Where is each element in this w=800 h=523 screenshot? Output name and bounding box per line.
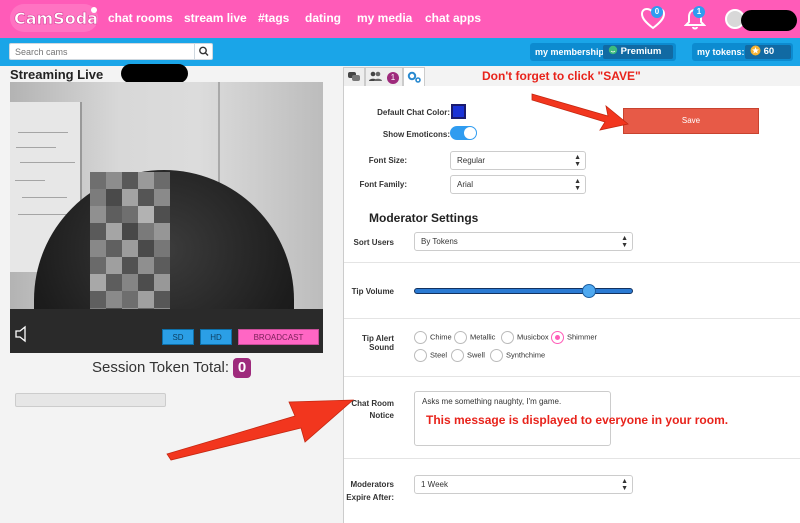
membership-pill[interactable]: my membership: Premium xyxy=(530,43,676,61)
tip-volume-slider[interactable] xyxy=(414,288,633,294)
font-family-select[interactable]: Arial ▲ ▼ xyxy=(450,175,586,194)
nav-tags[interactable]: #tags xyxy=(258,11,289,25)
chat-color-swatch[interactable] xyxy=(451,104,466,119)
annotation-save-reminder: Don't forget to click "SAVE" xyxy=(482,69,641,83)
radio-musicbox[interactable]: Musicbox xyxy=(501,331,549,344)
tokens-count: 60 xyxy=(745,45,791,59)
sd-button[interactable]: SD xyxy=(162,329,194,345)
font-family-value: Arial xyxy=(457,180,474,189)
progress-bar xyxy=(15,393,166,407)
sort-users-label: Sort Users xyxy=(353,238,394,247)
font-size-select[interactable]: Regular ▲ ▼ xyxy=(450,151,586,170)
select-arrows-icon: ▲ ▼ xyxy=(574,178,581,192)
search-button[interactable] xyxy=(194,44,212,59)
tokens-value: 60 xyxy=(763,46,775,57)
sub-bar: my membership: Premium my tokens: 60 xyxy=(0,38,800,66)
heart-count-badge: 0 xyxy=(651,6,663,18)
toggle-knob xyxy=(464,127,476,139)
font-family-label: Font Family: xyxy=(359,180,407,189)
radio-metallic[interactable]: Metallic xyxy=(454,331,495,344)
tab-chat[interactable] xyxy=(343,67,365,87)
moderator-settings-title: Moderator Settings xyxy=(369,211,479,225)
chat-room-notice-value: Asks me something naughty, I'm game. xyxy=(422,397,562,406)
smiley-icon xyxy=(608,45,618,55)
sort-users-value: By Tokens xyxy=(421,237,458,246)
redacted-username xyxy=(741,10,797,31)
bell-icon[interactable]: 1 xyxy=(683,6,707,31)
divider xyxy=(344,458,800,459)
moderators-label-1: Moderators xyxy=(350,480,394,489)
radio-chime[interactable]: Chime xyxy=(414,331,452,344)
top-nav: CamSoda chat rooms stream live #tags dat… xyxy=(0,0,800,38)
premium-badge: Premium xyxy=(603,45,673,59)
token-coin-icon xyxy=(750,45,761,56)
sort-users-select[interactable]: By Tokens ▲ ▼ xyxy=(414,232,633,251)
search-icon xyxy=(199,46,209,56)
speaker-icon[interactable] xyxy=(14,325,30,343)
users-icon xyxy=(369,71,382,81)
divider xyxy=(344,262,800,263)
annotation-notice-explainer: This message is displayed to everyone in… xyxy=(426,413,729,427)
user-menu[interactable] xyxy=(725,9,797,31)
svg-text:CamSoda: CamSoda xyxy=(14,9,98,28)
tab-settings[interactable] xyxy=(403,67,425,87)
moderators-label-2: Expire After: xyxy=(346,493,394,502)
nav-chat-apps[interactable]: chat apps xyxy=(425,11,481,25)
tip-volume-label: Tip Volume xyxy=(351,287,394,296)
show-emoticons-label: Show Emoticons: xyxy=(382,130,450,139)
pixelated-face xyxy=(90,172,170,326)
tokens-pill[interactable]: my tokens: 60 xyxy=(692,43,793,61)
membership-label: my membership: xyxy=(535,47,608,57)
nav-dating[interactable]: dating xyxy=(305,11,341,25)
divider xyxy=(344,376,800,377)
bell-count-badge: 1 xyxy=(693,6,705,18)
users-count-badge: 1 xyxy=(387,72,399,84)
tab-users[interactable]: 1 xyxy=(365,67,403,87)
nav-my-media[interactable]: my media xyxy=(357,11,412,25)
search-input[interactable] xyxy=(10,44,196,59)
premium-label: Premium xyxy=(620,46,662,57)
streaming-title-text: Streaming Live xyxy=(10,67,104,82)
radio-shimmer[interactable]: Shimmer xyxy=(551,331,597,344)
tip-volume-handle[interactable] xyxy=(582,284,597,298)
video-preview: SD HD BROADCAST xyxy=(10,82,323,353)
divider xyxy=(344,318,800,319)
select-arrows-icon: ▲ ▼ xyxy=(621,478,628,492)
tokens-label: my tokens: xyxy=(697,47,745,57)
arrow-to-notice xyxy=(166,399,355,461)
save-button[interactable]: Save xyxy=(623,108,759,134)
select-arrows-icon: ▲ ▼ xyxy=(574,154,581,168)
radio-swell[interactable]: Swell xyxy=(451,349,485,362)
hd-button[interactable]: HD xyxy=(200,329,232,345)
settings-panel: Default Chat Color: Show Emoticons: Save… xyxy=(343,86,800,523)
session-token-total: Session Token Total: 0 xyxy=(92,358,252,378)
video-controls: SD HD BROADCAST xyxy=(10,309,323,353)
tip-alert-label: Tip Alert Sound xyxy=(361,334,394,352)
session-label: Session Token Total: xyxy=(92,358,230,376)
broadcast-button[interactable]: BROADCAST xyxy=(238,329,319,345)
search-box xyxy=(9,43,213,60)
chat-bubbles-icon xyxy=(348,72,360,81)
redacted-streamer-name xyxy=(121,64,188,83)
heart-icon[interactable]: 0 xyxy=(640,6,666,30)
radio-synthchime[interactable]: Synthchime xyxy=(490,349,545,362)
radio-steel[interactable]: Steel xyxy=(414,349,447,362)
moderators-expire-select[interactable]: 1 Week ▲ ▼ xyxy=(414,475,633,494)
moderators-expire-value: 1 Week xyxy=(421,480,448,489)
font-size-label: Font Size: xyxy=(368,156,407,165)
select-arrows-icon: ▲ ▼ xyxy=(621,235,628,249)
nav-chat-rooms[interactable]: chat rooms xyxy=(108,11,173,25)
nav-stream-live[interactable]: stream live xyxy=(184,11,247,25)
streaming-title: Streaming Live xyxy=(10,67,103,82)
show-emoticons-toggle[interactable] xyxy=(450,126,477,140)
default-chat-color-label: Default Chat Color: xyxy=(377,108,450,117)
font-size-value: Regular xyxy=(457,156,486,165)
arrow-to-save xyxy=(531,93,629,131)
session-token-value: 0 xyxy=(233,358,252,378)
camsoda-logo[interactable]: CamSoda xyxy=(10,4,98,32)
gears-icon xyxy=(407,71,421,83)
